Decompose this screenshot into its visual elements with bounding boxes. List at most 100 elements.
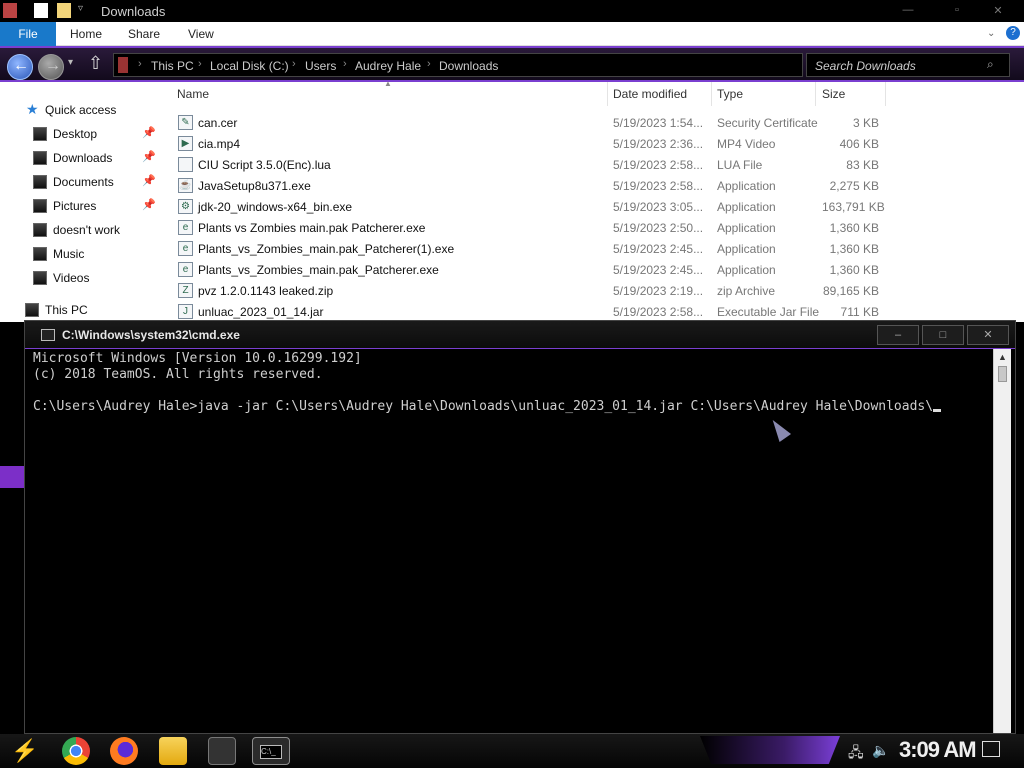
file-row[interactable]: Zpvz 1.2.0.1143 leaked.zip 5/19/2023 2:19… xyxy=(160,280,1024,301)
close-button[interactable]: ✕ xyxy=(983,4,1013,17)
chevron-down-icon[interactable]: ▿ xyxy=(78,3,92,18)
zip-icon: Z xyxy=(178,283,193,298)
start-button[interactable]: ⚡ xyxy=(8,736,42,766)
minimize-button[interactable]: — xyxy=(893,4,923,16)
file-row[interactable]: ▶ cia.mp4 5/19/2023 2:36... MP4 Video 406 KB xyxy=(160,133,1024,154)
file-name: cia.mp4 xyxy=(198,137,241,151)
separator-icon: › xyxy=(292,58,296,70)
cmd-minimize-button[interactable]: – xyxy=(877,325,919,345)
nav-label: Videos xyxy=(53,271,90,285)
cmd-maximize-button[interactable]: □ xyxy=(922,325,964,345)
help-icon[interactable]: ? xyxy=(1006,26,1020,40)
file-explorer-icon[interactable] xyxy=(159,737,187,765)
properties-icon[interactable] xyxy=(34,3,48,18)
file-icon xyxy=(178,157,193,172)
file-type: Application xyxy=(717,263,776,277)
console-command-line: C:\Users\Audrey Hale>java -jar C:\Users\… xyxy=(33,399,942,415)
window-title: Downloads xyxy=(101,4,166,19)
scroll-up-icon[interactable]: ▲ xyxy=(994,349,1011,365)
nav-item-desktop[interactable]: Desktop 📌 xyxy=(0,122,160,146)
maximize-button[interactable]: ▫ xyxy=(942,4,972,16)
file-row[interactable]: CIU Script 3.5.0(Enc).lua 5/19/2023 2:58.… xyxy=(160,154,1024,175)
pin-icon: 📌 xyxy=(142,175,156,187)
cmd-window[interactable]: C:\Windows\system32\cmd.exe – □ ✕ Micros… xyxy=(24,320,1016,734)
java-icon: ☕ xyxy=(178,178,193,193)
documents-icon xyxy=(33,175,47,189)
nav-item-music[interactable]: Music xyxy=(0,242,160,266)
file-type: Application xyxy=(717,179,776,193)
breadcrumb-item[interactable]: This PC xyxy=(151,59,194,73)
cmd-taskbar-icon[interactable]: C:\_ xyxy=(252,737,290,765)
nav-item-pictures[interactable]: Pictures 📌 xyxy=(0,194,160,218)
nav-item-doesnt-work[interactable]: doesn't work xyxy=(0,218,160,242)
task-manager-icon[interactable] xyxy=(208,737,236,765)
tab-home[interactable]: Home xyxy=(70,22,102,46)
file-name: can.cer xyxy=(198,116,238,130)
up-arrow-icon[interactable]: ⇧ xyxy=(88,53,103,74)
column-header-size[interactable]: Size xyxy=(816,82,886,106)
file-name: JavaSetup8u371.exe xyxy=(198,179,311,193)
file-row[interactable]: e Plants_vs_Zombies_main.pak_Patcherer(1)… xyxy=(160,238,1024,259)
nav-label: Documents xyxy=(53,175,114,189)
cmd-title-bar[interactable]: C:\Windows\system32\cmd.exe – □ ✕ xyxy=(25,321,1015,349)
separator-icon: › xyxy=(138,58,142,70)
file-row[interactable]: Junluac_2023_01_14.jar 5/19/2023 2:58... E… xyxy=(160,301,1024,322)
console-output[interactable]: Microsoft Windows [Version 10.0.16299.19… xyxy=(33,351,993,731)
file-row[interactable]: ⚙ jdk-20_windows-x64_bin.exe 5/19/2023 3:0… xyxy=(160,196,1024,217)
file-size: 711 KB xyxy=(840,305,879,319)
file-date: 5/19/2023 2:58... xyxy=(613,305,704,319)
file-name: pvz 1.2.0.1143 leaked.zip xyxy=(198,284,334,298)
pin-icon: 📌 xyxy=(142,151,156,163)
installer-icon: ⚙ xyxy=(178,199,193,214)
cmd-close-button[interactable]: ✕ xyxy=(967,325,1009,345)
nav-item-downloads[interactable]: Downloads 📌 xyxy=(0,146,160,170)
nav-label: doesn't work xyxy=(53,223,120,237)
nav-quick-access[interactable]: ★ Quick access xyxy=(0,98,160,122)
chrome-icon[interactable] xyxy=(62,737,90,765)
new-folder-icon[interactable] xyxy=(57,3,71,18)
file-date: 5/19/2023 2:19... xyxy=(613,284,704,298)
breadcrumb-item[interactable]: Local Disk (C:) xyxy=(210,59,289,73)
file-row[interactable]: ☕ JavaSetup8u371.exe 5/19/2023 2:58... Appl… xyxy=(160,175,1024,196)
network-icon[interactable]: 🖧 xyxy=(848,742,864,766)
background-accent xyxy=(0,466,24,488)
nav-item-documents[interactable]: Documents 📌 xyxy=(0,170,160,194)
volume-icon[interactable]: 🔈 xyxy=(872,742,889,759)
column-header-date[interactable]: Date modified xyxy=(608,82,712,106)
firefox-icon[interactable] xyxy=(110,737,138,765)
clock[interactable]: 3:09 AM xyxy=(899,737,977,763)
breadcrumb-item[interactable]: Downloads xyxy=(439,59,498,73)
ribbon-expand-icon[interactable]: ⌄ xyxy=(987,22,995,46)
breadcrumb-item[interactable]: Users xyxy=(305,59,336,73)
file-row[interactable]: e Plants_vs_Zombies_main.pak_Patcherer.ex… xyxy=(160,259,1024,280)
file-row[interactable]: e Plants vs Zombies main.pak Patcherer.ex… xyxy=(160,217,1024,238)
file-size: 2,275 KB xyxy=(829,179,879,193)
file-name: CIU Script 3.5.0(Enc).lua xyxy=(198,158,331,172)
nav-item-videos[interactable]: Videos xyxy=(0,266,160,290)
title-bar: ▿ Downloads — ▫ ✕ xyxy=(0,0,1024,22)
desktop-icon xyxy=(33,127,47,141)
scroll-thumb[interactable] xyxy=(998,366,1007,382)
file-row[interactable]: ✎ can.cer 5/19/2023 1:54... Security Certif… xyxy=(160,112,1024,133)
scrollbar[interactable]: ▲ xyxy=(993,349,1011,733)
terminal-icon: C:\_ xyxy=(260,745,282,759)
text-cursor xyxy=(933,409,942,412)
breadcrumb[interactable]: › This PC › Local Disk (C:) › Users › Au… xyxy=(113,53,803,77)
cmd-icon xyxy=(41,329,55,341)
tab-file[interactable]: File xyxy=(0,22,56,46)
back-button[interactable]: ← xyxy=(7,54,33,80)
star-icon: ★ xyxy=(26,101,39,117)
column-header-name[interactable]: Name xyxy=(160,82,608,106)
nav-item-this-pc[interactable]: This PC xyxy=(0,298,160,322)
search-input[interactable]: Search Downloads ⌕ xyxy=(806,53,1010,77)
edge-icon: e xyxy=(178,220,193,235)
forward-button[interactable]: → xyxy=(38,54,64,80)
search-icon[interactable]: ⌕ xyxy=(987,57,994,72)
tab-view[interactable]: View xyxy=(188,22,214,46)
folder-icon xyxy=(33,223,47,237)
tab-share[interactable]: Share xyxy=(128,22,160,46)
recent-locations-icon[interactable]: ▾ xyxy=(68,57,73,68)
column-header-type[interactable]: Type xyxy=(712,82,816,106)
breadcrumb-item[interactable]: Audrey Hale xyxy=(355,59,421,73)
notification-icon[interactable] xyxy=(982,741,1000,757)
